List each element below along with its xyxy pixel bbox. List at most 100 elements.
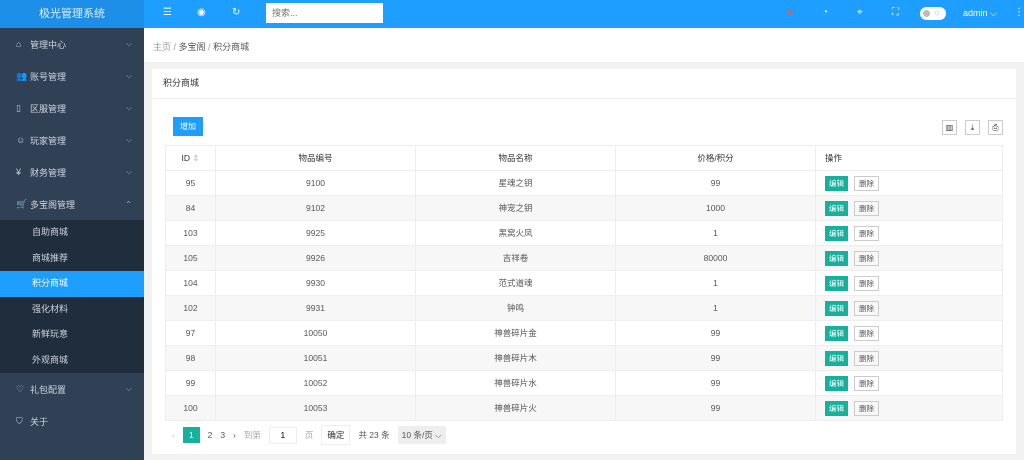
cell-item-name: 神兽碎片水 bbox=[415, 370, 616, 396]
breadcrumb-home[interactable]: 主页 bbox=[153, 42, 171, 52]
menu-4[interactable]: ¥ 财务管理 ⌵ bbox=[0, 156, 144, 188]
columns-icon[interactable]: ▥ bbox=[942, 120, 957, 135]
cell-id: 97 bbox=[165, 320, 216, 346]
submenu-item[interactable]: 商城推荐 bbox=[0, 246, 144, 272]
edit-button[interactable]: 编辑 bbox=[825, 225, 848, 241]
cell-price: 99 bbox=[615, 345, 816, 371]
submenu-item[interactable]: 新鲜玩意 bbox=[0, 322, 144, 348]
cell-id: 104 bbox=[165, 270, 216, 296]
username: admin bbox=[963, 8, 988, 18]
chevron-down-icon: ⌵ bbox=[125, 103, 132, 112]
fullscreen-icon[interactable]: ⛶ bbox=[892, 7, 899, 18]
breadcrumb-current: 积分商城 bbox=[213, 42, 250, 52]
menu-toggle-icon[interactable]: ☰ bbox=[163, 7, 172, 18]
cell-price: 99 bbox=[615, 320, 816, 346]
delete-button[interactable]: 删除 bbox=[854, 375, 879, 391]
menu-icon: ⛉ bbox=[16, 415, 23, 426]
menu-0[interactable]: ⌂ 管理中心 ⌵ bbox=[0, 28, 144, 60]
submenu-item[interactable]: 强化材料 bbox=[0, 297, 144, 323]
menu-icon: ♡ bbox=[16, 383, 25, 394]
search-input[interactable] bbox=[266, 3, 383, 23]
chevron-down-icon: ⌵ bbox=[125, 71, 132, 80]
prev-page-icon[interactable]: ‹ bbox=[172, 430, 175, 440]
edit-button[interactable]: 编辑 bbox=[825, 375, 848, 391]
app-logo: 极光管理系统 bbox=[0, 0, 144, 28]
chevron-up-icon: ⌃ bbox=[125, 199, 132, 209]
edit-button[interactable]: 编辑 bbox=[825, 275, 848, 291]
cell-id: 84 bbox=[165, 195, 216, 221]
cell-actions: 编辑 删除 bbox=[815, 270, 1003, 296]
content-card: 积分商城 增加 ▥ ⤓ ⎙ ID ⇕ 物品编号 物品名称 价格/积分 操作 95… bbox=[152, 69, 1016, 454]
cell-item-name: 黑窝火凤 bbox=[415, 220, 616, 246]
delete-button[interactable]: 删除 bbox=[854, 275, 879, 291]
refresh-icon[interactable]: ↻ bbox=[232, 7, 240, 18]
edit-button[interactable]: 编辑 bbox=[825, 300, 848, 316]
dark-mode-toggle[interactable]: ☼ bbox=[920, 7, 946, 20]
menu-label: 关于 bbox=[30, 416, 49, 427]
cell-item-name: 神兽碎片火 bbox=[415, 395, 616, 421]
menu-label: 区服管理 bbox=[30, 103, 67, 114]
delete-button[interactable]: 删除 bbox=[854, 300, 879, 316]
menu-bottom-0[interactable]: ♡ 礼包配置 ⌵ bbox=[0, 373, 144, 405]
cell-price: 1 bbox=[615, 270, 816, 296]
page-input[interactable] bbox=[268, 426, 297, 444]
cell-item-code: 10053 bbox=[215, 395, 416, 421]
goto-label: 到第 bbox=[243, 430, 261, 440]
cell-actions: 编辑 删除 bbox=[815, 395, 1003, 421]
submenu-item[interactable]: 外观商城 bbox=[0, 348, 144, 374]
menu-3[interactable]: ☺ 玩家管理 ⌵ bbox=[0, 124, 144, 156]
cell-actions: 编辑 删除 bbox=[815, 295, 1003, 321]
notification-icon[interactable]: ● bbox=[787, 7, 793, 18]
col-id[interactable]: ID ⇕ bbox=[165, 145, 216, 171]
cell-actions: 编辑 删除 bbox=[815, 370, 1003, 396]
globe-icon[interactable]: ◉ bbox=[197, 7, 206, 18]
edit-button[interactable]: 编辑 bbox=[825, 175, 848, 191]
cell-item-code: 9100 bbox=[215, 170, 416, 196]
submenu-item[interactable]: 自助商城 bbox=[0, 220, 144, 246]
breadcrumb: 主页 / 多宝阁 / 积分商城 bbox=[144, 28, 1024, 62]
edit-button[interactable]: 编辑 bbox=[825, 400, 848, 416]
menu-bottom-1[interactable]: ⛉ 关于 bbox=[0, 405, 144, 437]
tag-icon[interactable]: ⌖ bbox=[857, 7, 863, 18]
menu-1[interactable]: 👥 账号管理 ⌵ bbox=[0, 60, 144, 92]
edit-button[interactable]: 编辑 bbox=[825, 325, 848, 341]
more-icon[interactable]: ⋮ bbox=[1014, 7, 1024, 18]
delete-button[interactable]: 删除 bbox=[854, 250, 879, 266]
page-1[interactable]: 1 bbox=[182, 427, 200, 443]
menu-label: 管理中心 bbox=[30, 39, 67, 50]
submenu-item[interactable]: 积分商城 bbox=[0, 271, 144, 297]
delete-button[interactable]: 删除 bbox=[854, 175, 879, 191]
chevron-down-icon: ⌵ bbox=[125, 167, 132, 176]
cell-price: 80000 bbox=[615, 245, 816, 271]
delete-button[interactable]: 删除 bbox=[854, 200, 879, 216]
table-row: 98 10051 神兽碎片木 99 编辑 删除 bbox=[165, 345, 1003, 371]
print-icon[interactable]: ⎙ bbox=[988, 120, 1003, 135]
delete-button[interactable]: 删除 bbox=[854, 350, 879, 366]
page-size-select[interactable]: 10 条/页 ⌵ bbox=[397, 426, 446, 444]
cell-id: 103 bbox=[165, 220, 216, 246]
col-price: 价格/积分 bbox=[615, 145, 816, 171]
page-unit: 页 bbox=[304, 430, 314, 440]
edit-button[interactable]: 编辑 bbox=[825, 200, 848, 216]
edit-button[interactable]: 编辑 bbox=[825, 350, 848, 366]
breadcrumb-section[interactable]: 多宝阁 bbox=[179, 42, 206, 52]
add-button[interactable]: 增加 bbox=[173, 117, 203, 136]
delete-button[interactable]: 删除 bbox=[854, 400, 879, 416]
next-page-icon[interactable]: › bbox=[233, 430, 236, 440]
page-3[interactable]: 3 bbox=[220, 430, 225, 440]
edit-button[interactable]: 编辑 bbox=[825, 250, 848, 266]
confirm-button[interactable]: 确定 bbox=[321, 425, 351, 445]
menu-5[interactable]: 🛒 多宝阁管理 ⌃ bbox=[0, 188, 144, 220]
chevron-down-icon: ⌵ bbox=[125, 135, 132, 144]
user-menu[interactable]: admin ⌵ bbox=[963, 8, 997, 19]
delete-button[interactable]: 删除 bbox=[854, 225, 879, 241]
export-icon[interactable]: ⤓ bbox=[965, 120, 980, 135]
delete-button[interactable]: 删除 bbox=[854, 325, 879, 341]
page-2[interactable]: 2 bbox=[208, 430, 213, 440]
topbar: ☰ ◉ ↻ ● ◔ ⌖ ⛶ ☼ admin ⌵ ⋮ bbox=[144, 0, 1024, 28]
sort-icon: ⇕ bbox=[192, 152, 200, 163]
cell-price: 1 bbox=[615, 220, 816, 246]
menu-2[interactable]: ▯ 区服管理 ⌵ bbox=[0, 92, 144, 124]
theme-icon[interactable]: ◔ bbox=[822, 7, 828, 18]
cell-id: 105 bbox=[165, 245, 216, 271]
